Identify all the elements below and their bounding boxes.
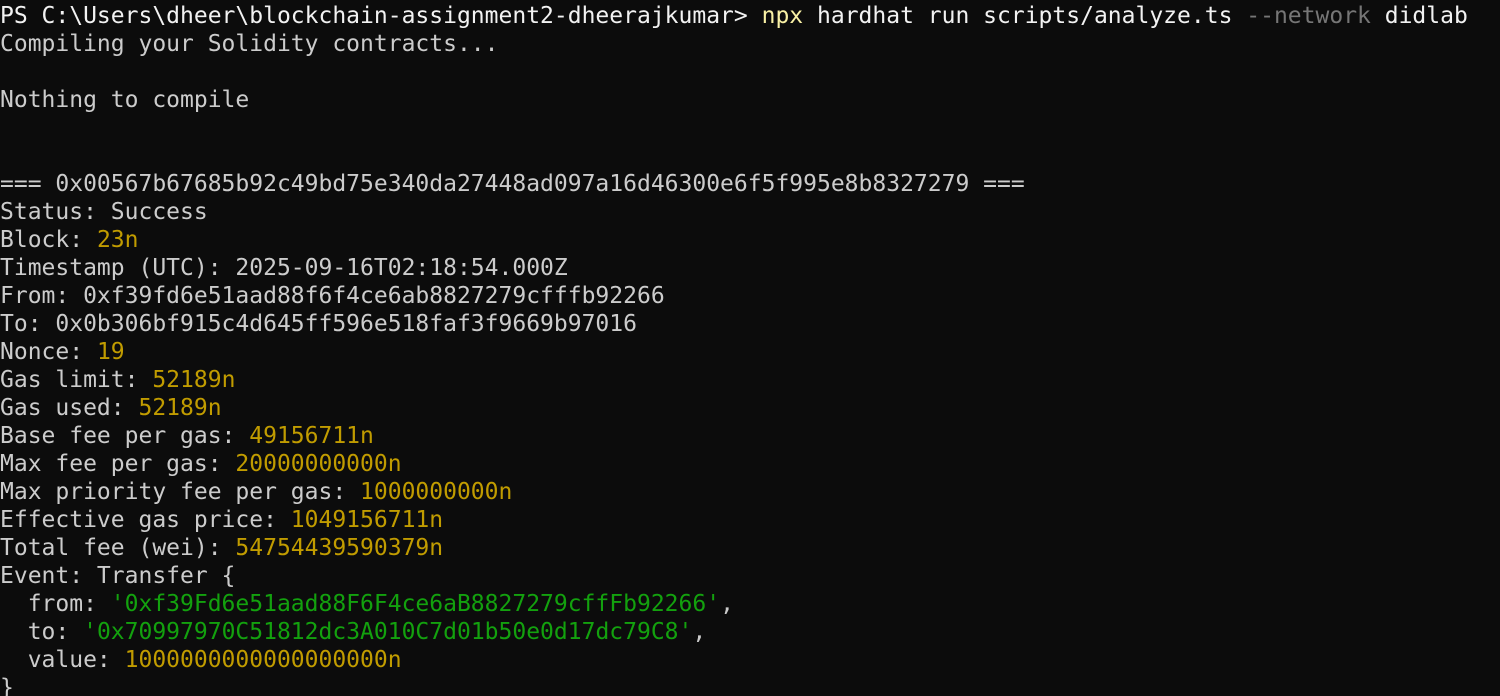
terminal-line: Status: Success xyxy=(0,198,1500,226)
terminal-text: 49156711n xyxy=(249,423,374,449)
terminal-line: Event: Transfer { xyxy=(0,562,1500,590)
terminal-text: Base fee per gas: xyxy=(0,423,250,449)
terminal-text: npx xyxy=(761,3,804,29)
terminal-line: from: '0xf39Fd6e51aad88F6F4ce6aB8827279c… xyxy=(0,590,1500,618)
terminal-line: } xyxy=(0,674,1500,696)
terminal-text: PS C:\Users\dheer\blockchain-assignment2… xyxy=(0,3,762,29)
terminal-line: Gas used: 52189n xyxy=(0,394,1500,422)
terminal-line: Effective gas price: 1049156711n xyxy=(0,506,1500,534)
terminal-line: Total fee (wei): 54754439590379n xyxy=(0,534,1500,562)
terminal-line: Gas limit: 52189n xyxy=(0,366,1500,394)
terminal-text: 19 xyxy=(96,339,125,365)
terminal-text: === 0x00567b67685b92c49bd75e340da27448ad… xyxy=(0,171,1025,197)
terminal-text: Gas used: xyxy=(0,395,139,421)
terminal-text: 1000000000000000000n xyxy=(124,647,402,673)
terminal-text: '0x70997970C51812dc3A010C7d01b50e0d17dc7… xyxy=(83,619,693,645)
terminal-line: Base fee per gas: 49156711n xyxy=(0,422,1500,450)
terminal-line: Max fee per gas: 20000000000n xyxy=(0,450,1500,478)
terminal-output[interactable]: PS C:\Users\dheer\blockchain-assignment2… xyxy=(0,0,1500,696)
terminal-line: From: 0xf39fd6e51aad88f6f4ce6ab8827279cf… xyxy=(0,282,1500,310)
terminal-text: 20000000000n xyxy=(235,451,402,477)
terminal-line: PS C:\Users\dheer\blockchain-assignment2… xyxy=(0,2,1500,30)
terminal-text: Event: Transfer { xyxy=(0,563,236,589)
terminal-line: Block: 23n xyxy=(0,226,1500,254)
terminal-text: '0xf39Fd6e51aad88F6F4ce6aB8827279cffFb92… xyxy=(110,591,721,617)
terminal-text: to: xyxy=(0,619,84,645)
terminal-line: Nonce: 19 xyxy=(0,338,1500,366)
terminal-text: , xyxy=(692,619,707,645)
terminal-text: 52189n xyxy=(152,367,236,393)
terminal-text: Compiling your Solidity contracts... xyxy=(0,31,499,57)
terminal-text: 54754439590379n xyxy=(235,535,444,561)
terminal-line: Nothing to compile xyxy=(0,86,1500,114)
terminal-text: value: xyxy=(0,647,125,673)
terminal-text: Nothing to compile xyxy=(0,87,250,113)
terminal-line: value: 1000000000000000000n xyxy=(0,646,1500,674)
terminal-text: Status: Success xyxy=(0,199,208,225)
terminal-line: to: '0x70997970C51812dc3A010C7d01b50e0d1… xyxy=(0,618,1500,646)
terminal-text: hardhat run scripts/analyze.ts xyxy=(803,3,1247,29)
terminal-line: Timestamp (UTC): 2025-09-16T02:18:54.000… xyxy=(0,254,1500,282)
terminal-text: From: 0xf39fd6e51aad88f6f4ce6ab8827279cf… xyxy=(0,283,665,309)
terminal-line: Max priority fee per gas: 1000000000n xyxy=(0,478,1500,506)
terminal-text: 52189n xyxy=(138,395,222,421)
terminal-text: Max priority fee per gas: xyxy=(0,479,361,505)
terminal-text: 1049156711n xyxy=(290,507,444,533)
terminal-text: Block: xyxy=(0,227,97,253)
terminal-text: Max fee per gas: xyxy=(0,451,236,477)
terminal-text: Gas limit: xyxy=(0,367,153,393)
terminal-text: --network xyxy=(1246,3,1371,29)
terminal-line: To: 0x0b306bf915c4d645ff596e518faf3f9669… xyxy=(0,310,1500,338)
terminal-text: Effective gas price: xyxy=(0,507,291,533)
terminal-text: from: xyxy=(0,591,111,617)
terminal-text: 1000000000n xyxy=(360,479,513,505)
terminal-text: } xyxy=(0,675,14,696)
terminal-text: 23n xyxy=(96,227,139,253)
terminal-text: didlab xyxy=(1370,3,1468,29)
terminal-line: Compiling your Solidity contracts... xyxy=(0,30,1500,58)
terminal-text: Nonce: xyxy=(0,339,97,365)
terminal-text: Timestamp (UTC): 2025-09-16T02:18:54.000… xyxy=(0,255,568,281)
terminal-text: To: 0x0b306bf915c4d645ff596e518faf3f9669… xyxy=(0,311,637,337)
terminal-text: , xyxy=(720,591,734,617)
terminal-line: === 0x00567b67685b92c49bd75e340da27448ad… xyxy=(0,170,1500,198)
terminal-text: Total fee (wei): xyxy=(0,535,236,561)
